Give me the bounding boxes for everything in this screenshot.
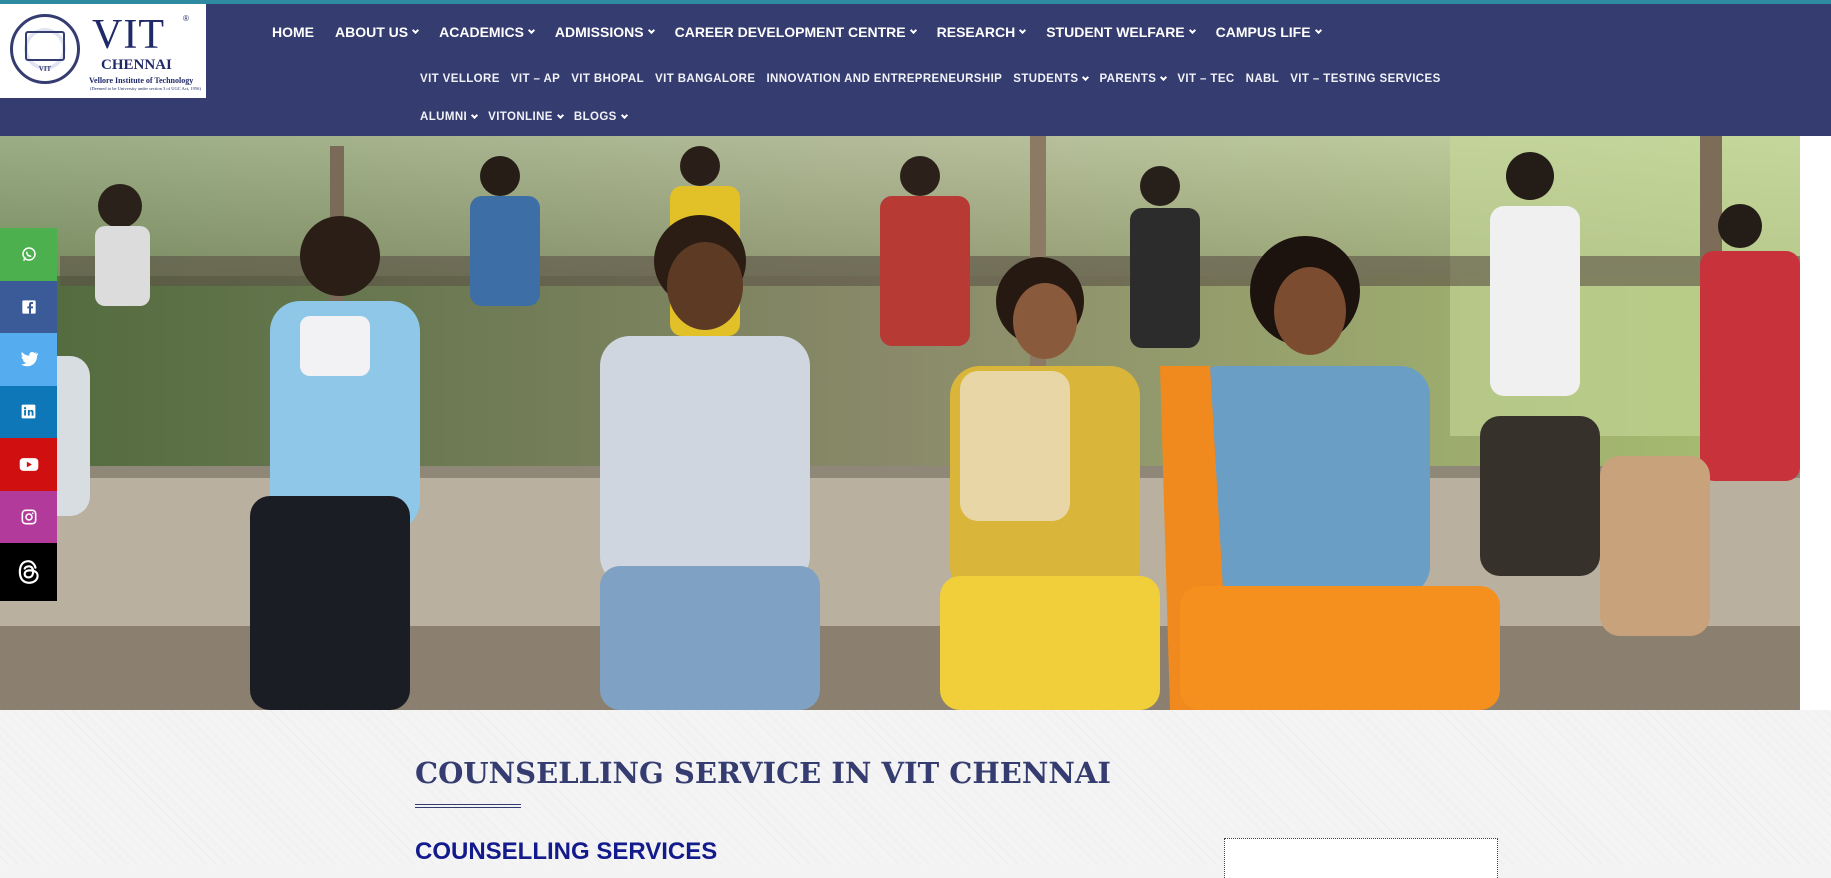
chevron-down-icon	[1314, 26, 1322, 34]
threads-icon	[16, 558, 42, 586]
nav-item-label: VIT VELLORE	[420, 73, 500, 85]
nav-item-about-us[interactable]: ABOUT US	[335, 24, 420, 40]
nav-item-label: VITONLINE	[488, 111, 553, 123]
site-header	[0, 0, 1831, 136]
nav-item-research[interactable]: RESEARCH	[936, 24, 1027, 40]
secondary-navigation: VIT VELLORE VIT – AP VIT BHOPAL VIT BANGALO…	[420, 71, 1452, 87]
youtube-share-button[interactable]	[0, 438, 57, 491]
nav-item-label: VIT – TEC	[1177, 73, 1235, 85]
nav-item-label: VIT BHOPAL	[571, 73, 645, 85]
nav-item-label: VIT BANGALORE	[655, 73, 756, 85]
nav-item-nabl[interactable]: NABL	[1246, 73, 1280, 85]
nav-item-label: PARENTS	[1099, 73, 1157, 85]
instagram-share-button[interactable]	[0, 490, 57, 543]
nav-item-admissions[interactable]: ADMISSIONS	[554, 24, 655, 40]
students-photo	[0, 136, 1800, 710]
logo-subtitle: (Deemed to be University under section 3…	[90, 86, 201, 91]
nav-item-label: ABOUT US	[335, 24, 409, 40]
linkedin-icon	[21, 404, 36, 419]
nav-item-career-development-centre[interactable]: CAREER DEVELOPMENT CENTRE	[674, 24, 917, 40]
chevron-down-icon	[909, 26, 917, 34]
nav-item-label: CAREER DEVELOPMENT CENTRE	[674, 24, 906, 40]
nav-item-students[interactable]: STUDENTS	[1013, 73, 1090, 85]
nav-item-parents[interactable]: PARENTS	[1099, 73, 1168, 85]
nav-item-label: HOME	[272, 24, 314, 40]
nav-item-label: RESEARCH	[936, 24, 1016, 40]
chevron-down-icon	[620, 111, 628, 119]
chevron-down-icon	[1082, 73, 1090, 81]
twitter-icon	[20, 351, 38, 367]
registered-mark: ®	[183, 14, 189, 23]
facebook-icon	[21, 299, 37, 315]
nav-item-home[interactable]: HOME	[272, 24, 314, 40]
nav-item-label: VIT – TESTING SERVICES	[1290, 73, 1441, 85]
nav-item-student-welfare[interactable]: STUDENT WELFARE	[1046, 24, 1196, 40]
nav-item-innovation-and-entrepreneurship[interactable]: INNOVATION AND ENTREPRENEURSHIP	[766, 73, 1002, 85]
nav-item-vit-tec[interactable]: VIT – TEC	[1177, 73, 1234, 85]
instagram-icon	[21, 509, 37, 525]
social-share-bar	[0, 228, 57, 601]
linkedin-share-button[interactable]	[0, 385, 57, 438]
whatsapp-share-button[interactable]	[0, 228, 57, 281]
title-underline	[415, 804, 521, 808]
threads-share-button[interactable]	[0, 543, 57, 601]
tertiary-navigation: ALUMNI VITONLINE BLOGS	[420, 109, 638, 125]
seal-text: VIT	[38, 65, 52, 73]
nav-item-vitonline[interactable]: VITONLINE	[488, 111, 564, 123]
nav-item-vit-bhopal[interactable]: VIT BHOPAL	[571, 73, 644, 85]
twitter-share-button[interactable]	[0, 333, 57, 386]
nav-item-label: ALUMNI	[420, 111, 468, 123]
nav-item-label: VIT – AP	[510, 73, 561, 85]
nav-item-label: ACADEMICS	[439, 24, 524, 40]
chevron-down-icon	[471, 111, 479, 119]
nav-item-label: BLOGS	[573, 111, 617, 123]
nav-item-vit-bangalore[interactable]: VIT BANGALORE	[655, 73, 755, 85]
chevron-down-icon	[1160, 73, 1168, 81]
chevron-down-icon	[527, 26, 535, 34]
nav-item-vit-vellore[interactable]: VIT VELLORE	[420, 73, 500, 85]
section-heading: COUNSELLING SERVICES	[415, 838, 718, 865]
chevron-down-icon	[556, 111, 564, 119]
nav-item-vit-ap[interactable]: VIT – AP	[511, 73, 560, 85]
youtube-icon	[19, 457, 39, 472]
facebook-share-button[interactable]	[0, 280, 57, 333]
nav-item-campus-life[interactable]: CAMPUS LIFE	[1215, 24, 1322, 40]
nav-item-label: NABL	[1245, 73, 1280, 85]
nav-item-label: STUDENT WELFARE	[1046, 24, 1185, 40]
whatsapp-icon	[20, 245, 38, 263]
site-logo[interactable]: VIT VIT ® CHENNAI Vellore Institute of T…	[0, 4, 206, 98]
seal-building-icon	[25, 31, 65, 61]
chevron-down-icon	[647, 26, 655, 34]
chevron-down-icon	[412, 26, 420, 34]
page-title: COUNSELLING SERVICE IN VIT CHENNAI	[415, 756, 1111, 790]
nav-item-label: CAMPUS LIFE	[1215, 24, 1311, 40]
sidebar-box	[1224, 838, 1498, 878]
nav-item-vit-testing-services[interactable]: VIT – TESTING SERVICES	[1290, 73, 1440, 85]
nav-item-academics[interactable]: ACADEMICS	[439, 24, 535, 40]
university-seal-icon: VIT	[10, 14, 80, 84]
nav-item-blogs[interactable]: BLOGS	[573, 111, 628, 123]
page-right-gutter	[1800, 136, 1831, 710]
main-navigation: HOME ABOUT US ACADEMICS ADMISSIONS CAREER DE…	[272, 23, 1342, 41]
logo-city: CHENNAI	[101, 57, 172, 73]
nav-item-label: ADMISSIONS	[554, 24, 644, 40]
nav-item-label: STUDENTS	[1013, 73, 1079, 85]
chevron-down-icon	[1188, 26, 1196, 34]
logo-full-name: Vellore Institute of Technology	[89, 76, 194, 85]
nav-item-alumni[interactable]: ALUMNI	[420, 111, 479, 123]
hero-banner-image	[0, 136, 1800, 710]
nav-item-label: INNOVATION AND ENTREPRENEURSHIP	[766, 73, 1003, 85]
chevron-down-icon	[1019, 26, 1027, 34]
logo-wordmark: VIT	[92, 12, 165, 58]
